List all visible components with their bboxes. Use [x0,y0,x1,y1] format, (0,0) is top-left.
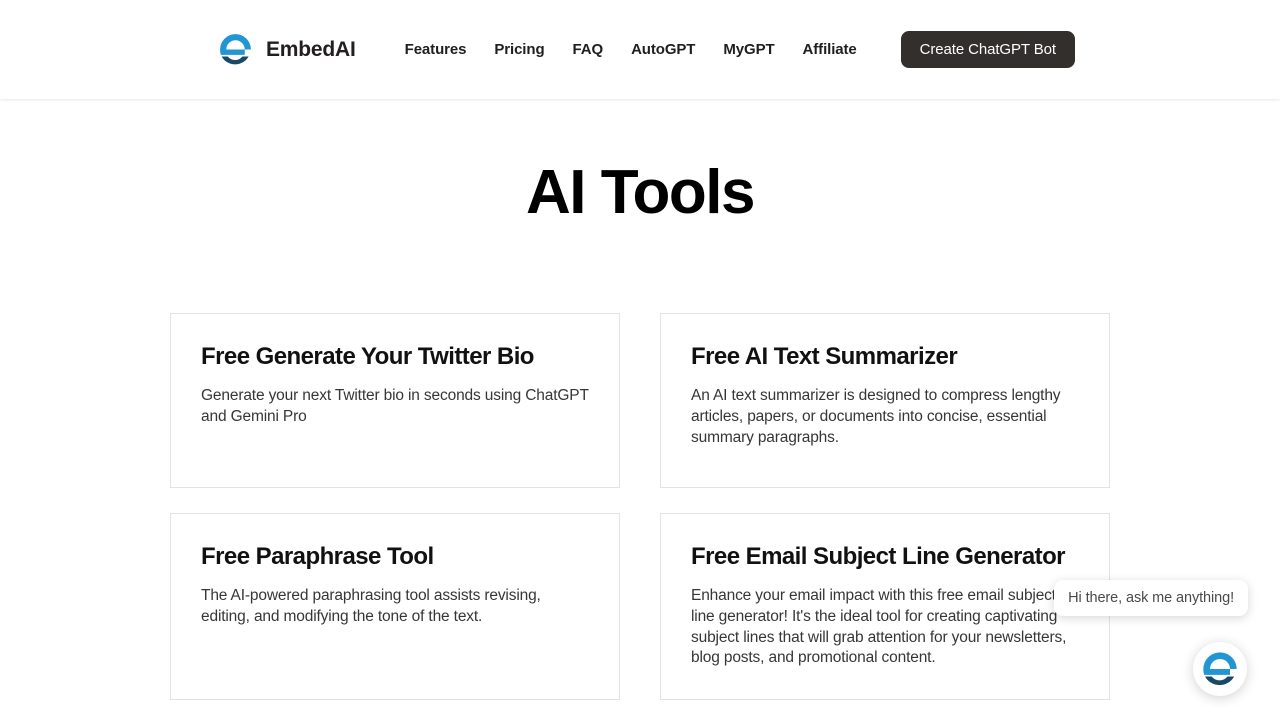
ai-tools-grid: Free Generate Your Twitter Bio Generate … [170,313,1110,700]
nav-link-mygpt[interactable]: MyGPT [723,41,774,58]
tool-card-twitter-bio[interactable]: Free Generate Your Twitter Bio Generate … [170,313,620,489]
chat-launcher-button[interactable] [1193,642,1247,696]
header-inner: EmbedAI Features Pricing FAQ AutoGPT MyG… [0,0,1280,99]
tool-card-title: Free Email Subject Line Generator [691,543,1066,571]
tool-card-description: The AI-powered paraphrasing tool assists… [201,587,541,626]
embedai-chat-launcher-icon [1203,652,1237,686]
nav-link-faq[interactable]: FAQ [573,41,604,58]
nav-link-pricing[interactable]: Pricing [494,41,544,58]
tool-card-title: Free AI Text Summarizer [691,343,958,371]
page-title: AI Tools [526,158,755,227]
main-navigation: Features Pricing FAQ AutoGPT MyGPT Affil… [405,41,871,59]
tool-card-paraphrase-tool[interactable]: Free Paraphrase Tool The AI-powered para… [170,513,620,700]
nav-item-affiliate[interactable]: Affiliate [789,41,871,59]
brand-name: EmbedAI [266,37,356,61]
tool-card-email-subject-line-generator[interactable]: Free Email Subject Line Generator Enhanc… [660,513,1110,700]
nav-item-mygpt[interactable]: MyGPT [709,41,788,59]
nav-item-autogpt[interactable]: AutoGPT [617,41,709,59]
tool-card-description: An AI text summarizer is designed to com… [691,387,1061,446]
nav-link-autogpt[interactable]: AutoGPT [631,41,695,58]
create-chatgpt-bot-button[interactable]: Create ChatGPT Bot [900,31,1075,68]
site-header: EmbedAI Features Pricing FAQ AutoGPT MyG… [0,0,1280,99]
nav-item-features[interactable]: Features [405,41,481,59]
tool-card-title: Free Generate Your Twitter Bio [201,343,534,371]
nav-link-affiliate[interactable]: Affiliate [803,41,857,58]
embedai-e-logo-icon [220,34,251,65]
tool-card-description: Enhance your email impact with this free… [691,587,1067,667]
main-content: AI Tools Free Generate Your Twitter Bio … [0,158,1280,700]
nav-item-faq[interactable]: FAQ [559,41,618,59]
chat-greeting-bubble: Hi there, ask me anything! [1054,580,1248,616]
tool-card-text-summarizer[interactable]: Free AI Text Summarizer An AI text summa… [660,313,1110,489]
brand-logo-link[interactable]: EmbedAI [217,31,356,68]
nav-link-features[interactable]: Features [405,41,467,58]
tool-card-description: Generate your next Twitter bio in second… [201,387,589,426]
nav-item-pricing[interactable]: Pricing [480,41,558,59]
tool-card-title: Free Paraphrase Tool [201,543,434,571]
